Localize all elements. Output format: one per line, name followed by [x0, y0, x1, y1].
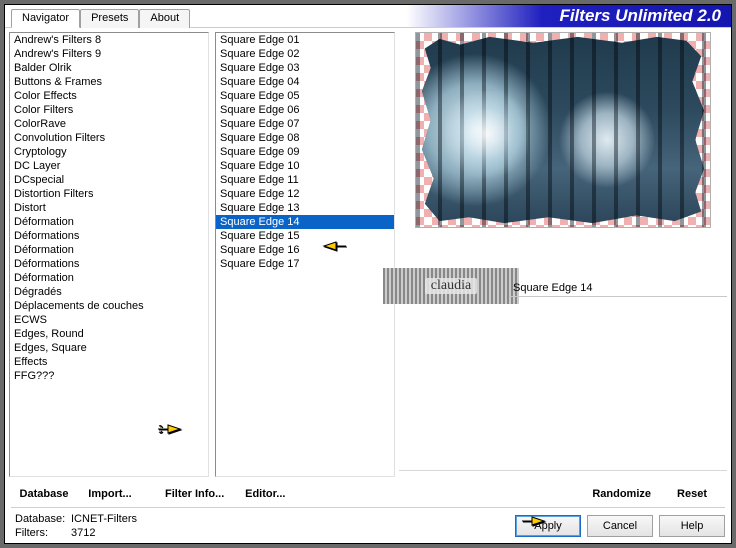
main-window: Navigator Presets About Filters Unlimite…	[4, 4, 732, 544]
category-item[interactable]: Buttons & Frames	[10, 75, 208, 89]
randomize-button[interactable]: Randomize	[584, 485, 659, 503]
preview-box	[415, 32, 711, 228]
tab-navigator[interactable]: Navigator	[11, 9, 80, 28]
category-item[interactable]: FFG???	[10, 369, 208, 383]
category-item[interactable]: Edges, Round	[10, 327, 208, 341]
hr	[11, 507, 725, 508]
tab-strip: Navigator Presets About	[11, 8, 190, 27]
toolbar-row: Database Import... Filter Info... Editor…	[11, 483, 725, 505]
category-item[interactable]: Effects	[10, 355, 208, 369]
category-item[interactable]: Déformations	[10, 229, 208, 243]
category-item[interactable]: DCspecial	[10, 173, 208, 187]
filter-item[interactable]: Square Edge 06	[216, 103, 394, 117]
category-item[interactable]: Déformation	[10, 243, 208, 257]
filter-item[interactable]: Square Edge 03	[216, 61, 394, 75]
body-area: Andrew's Filters 8Andrew's Filters 9Bald…	[5, 27, 731, 481]
category-item[interactable]: Andrew's Filters 8	[10, 33, 208, 47]
category-item[interactable]: DC Layer	[10, 159, 208, 173]
filter-item[interactable]: Square Edge 01	[216, 33, 394, 47]
status-filters-label: Filters:	[15, 526, 71, 540]
category-item[interactable]: Andrew's Filters 9	[10, 47, 208, 61]
status-filters-value: 3712	[71, 526, 95, 540]
filter-item[interactable]: Square Edge 15	[216, 229, 394, 243]
current-filter-name: Square Edge 14	[509, 280, 727, 297]
import-button[interactable]: Import...	[77, 485, 143, 503]
status-labels: Database: ICNET-Filters Filters: 3712	[15, 512, 137, 540]
filter-item[interactable]: Square Edge 11	[216, 173, 394, 187]
category-item[interactable]: Balder Olrik	[10, 61, 208, 75]
category-item[interactable]: Color Filters	[10, 103, 208, 117]
app-title-banner: Filters Unlimited 2.0	[190, 5, 731, 27]
filter-listbox[interactable]: Square Edge 01Square Edge 02Square Edge …	[216, 33, 394, 476]
cancel-button[interactable]: Cancel	[587, 515, 653, 537]
status-db-value: ICNET-Filters	[71, 512, 137, 526]
filter-item[interactable]: Square Edge 13	[216, 201, 394, 215]
category-item[interactable]: Cryptology	[10, 145, 208, 159]
filter-info-button[interactable]: Filter Info...	[157, 485, 232, 503]
right-pane: claudia Square Edge 14	[399, 32, 727, 477]
watermark-badge: claudia	[383, 268, 519, 304]
filter-item[interactable]: Square Edge 08	[216, 131, 394, 145]
category-item[interactable]: Dégradés	[10, 285, 208, 299]
status-row: Database: ICNET-Filters Filters: 3712 Ap…	[15, 512, 725, 540]
header-row: Navigator Presets About Filters Unlimite…	[5, 5, 731, 27]
filter-name-row: Square Edge 14	[509, 280, 727, 297]
help-button[interactable]: Help	[659, 515, 725, 537]
filter-item[interactable]: Square Edge 10	[216, 159, 394, 173]
filter-item[interactable]: Square Edge 17	[216, 257, 394, 271]
tab-presets[interactable]: Presets	[80, 9, 139, 28]
editor-button[interactable]: Editor...	[232, 485, 298, 503]
filter-item[interactable]: Square Edge 09	[216, 145, 394, 159]
status-db-label: Database:	[15, 512, 71, 526]
category-item[interactable]: Déformation	[10, 215, 208, 229]
filter-list-container: Square Edge 01Square Edge 02Square Edge …	[215, 32, 395, 477]
filter-item[interactable]: Square Edge 14	[216, 215, 394, 229]
category-item[interactable]: ECWS	[10, 313, 208, 327]
filter-item[interactable]: Square Edge 07	[216, 117, 394, 131]
category-listbox[interactable]: Andrew's Filters 8Andrew's Filters 9Bald…	[10, 33, 208, 476]
tab-about[interactable]: About	[139, 9, 190, 28]
category-item[interactable]: Color Effects	[10, 89, 208, 103]
category-item[interactable]: Convolution Filters	[10, 131, 208, 145]
database-button[interactable]: Database	[11, 485, 77, 503]
category-item[interactable]: Distortion Filters	[10, 187, 208, 201]
apply-button[interactable]: Apply	[515, 515, 581, 537]
category-item[interactable]: Déformation	[10, 271, 208, 285]
category-list-container: Andrew's Filters 8Andrew's Filters 9Bald…	[9, 32, 209, 477]
watermark-text: claudia	[425, 278, 477, 294]
preview-image-highlight	[445, 91, 527, 198]
category-item[interactable]: Déplacements de couches	[10, 299, 208, 313]
filter-item[interactable]: Square Edge 02	[216, 47, 394, 61]
category-item[interactable]: Edges, Square	[10, 341, 208, 355]
filter-item[interactable]: Square Edge 16	[216, 243, 394, 257]
filter-item[interactable]: Square Edge 05	[216, 89, 394, 103]
category-item[interactable]: ColorRave	[10, 117, 208, 131]
filter-item[interactable]: Square Edge 04	[216, 75, 394, 89]
category-item[interactable]: Distort	[10, 201, 208, 215]
filter-item[interactable]: Square Edge 12	[216, 187, 394, 201]
category-item[interactable]: Déformations	[10, 257, 208, 271]
right-pane-divider	[399, 470, 727, 471]
reset-button[interactable]: Reset	[659, 485, 725, 503]
